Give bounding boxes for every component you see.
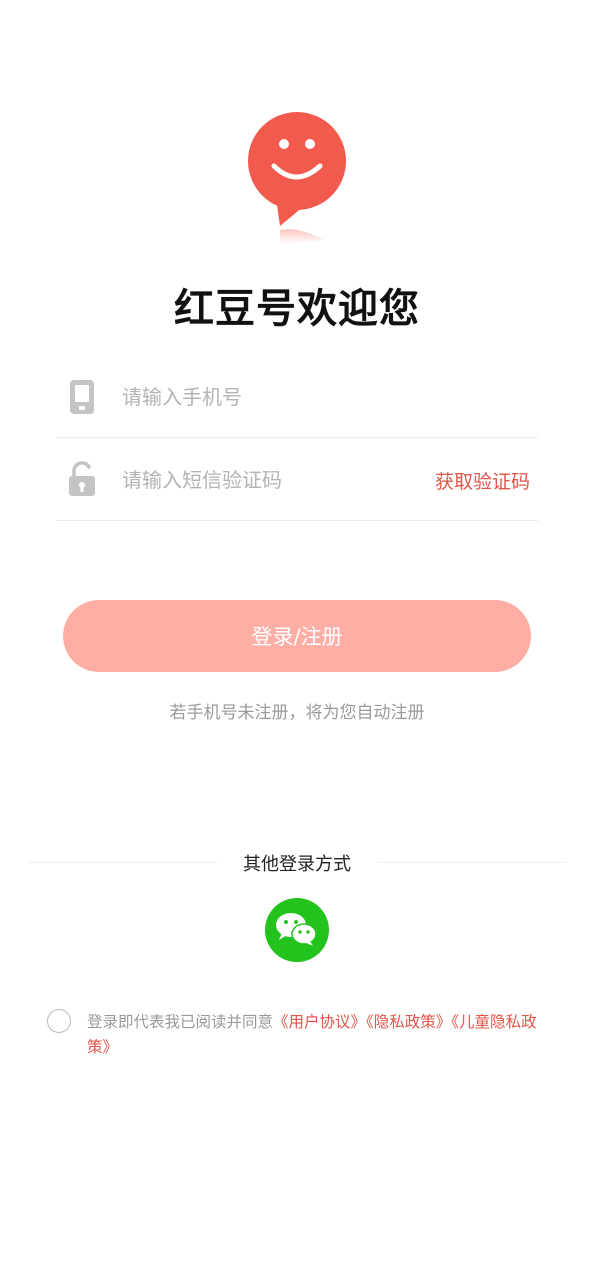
welcome-title: 红豆号欢迎您 (174, 286, 420, 332)
wechat-icon (276, 913, 317, 946)
agreement-prefix: 登录即代表我已阅读并同意 (87, 1013, 274, 1031)
user-agreement-link[interactable]: 《用户协议》 (273, 1013, 366, 1031)
get-code-button[interactable]: 获取验证码 (435, 467, 530, 494)
sms-code-input[interactable] (122, 459, 422, 501)
phone-icon (70, 380, 94, 414)
agreement-checkbox[interactable] (47, 1009, 71, 1033)
privacy-policy-link[interactable]: 《隐私政策》 (366, 1013, 451, 1031)
auto-register-note: 若手机号未注册，将为您自动注册 (169, 703, 425, 723)
code-field-row: 获取验证码 (56, 439, 538, 521)
other-login-title: 其他登录方式 (243, 854, 351, 875)
phone-field-row (56, 356, 538, 438)
wechat-login-button[interactable] (265, 898, 329, 962)
unlock-icon (69, 461, 95, 496)
login-register-button[interactable]: 登录/注册 (63, 600, 531, 672)
phone-input[interactable] (122, 376, 422, 418)
app-logo (246, 108, 350, 248)
agreement-text: 登录即代表我已阅读并同意《用户协议》《隐私政策》《儿童隐私政策》 (87, 1010, 547, 1060)
